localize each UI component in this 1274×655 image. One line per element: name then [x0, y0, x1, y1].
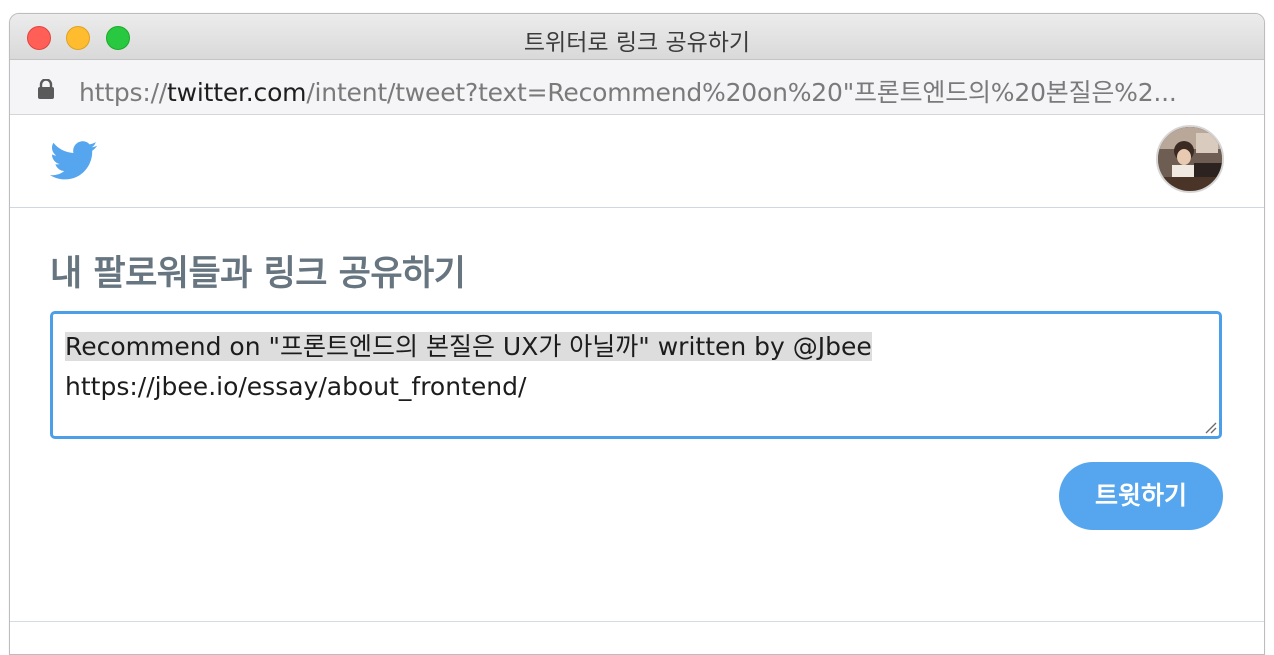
lock-icon	[38, 79, 54, 99]
selected-text: Recommend on "프론트엔드의 본질은 UX가 아닐까" writte…	[65, 332, 872, 361]
resize-grip-icon[interactable]	[1203, 420, 1217, 434]
tweet-text-line-2: https://jbee.io/essay/about_frontend/	[65, 372, 527, 401]
url-host: twitter.com	[167, 78, 307, 107]
tweet-button[interactable]: 트윗하기	[1059, 462, 1223, 530]
url-prefix: https://	[79, 78, 168, 107]
window-title: 트위터로 링크 공유하기	[523, 30, 751, 56]
user-avatar[interactable]	[1156, 125, 1224, 193]
tweet-text-line-1: Recommend on "프론트엔드의 본질은 UX가 아닐까" writte…	[65, 327, 1207, 367]
tweet-intent-page: 내 팔로워들과 링크 공유하기 Recommend on "프론트엔드의 본질은…	[10, 115, 1264, 654]
page-header	[10, 115, 1264, 208]
popup-window: 트위터로 링크 공유하기 https://twitter.com/intent/…	[9, 13, 1265, 655]
twitter-bird-icon[interactable]	[50, 141, 98, 181]
title-bar[interactable]: 트위터로 링크 공유하기	[10, 14, 1264, 60]
avatar-image	[1158, 127, 1222, 191]
url-text[interactable]: https://twitter.com/intent/tweet?text=Re…	[79, 73, 1229, 109]
footer-divider	[10, 621, 1264, 622]
address-bar[interactable]: https://twitter.com/intent/tweet?text=Re…	[10, 60, 1264, 115]
url-path: /intent/tweet?text=Recommend%20on%20"프론트…	[306, 78, 1177, 107]
tweet-textarea[interactable]: Recommend on "프론트엔드의 본질은 UX가 아닐까" writte…	[50, 311, 1222, 439]
page-heading: 내 팔로워들과 링크 공유하기	[50, 254, 466, 294]
